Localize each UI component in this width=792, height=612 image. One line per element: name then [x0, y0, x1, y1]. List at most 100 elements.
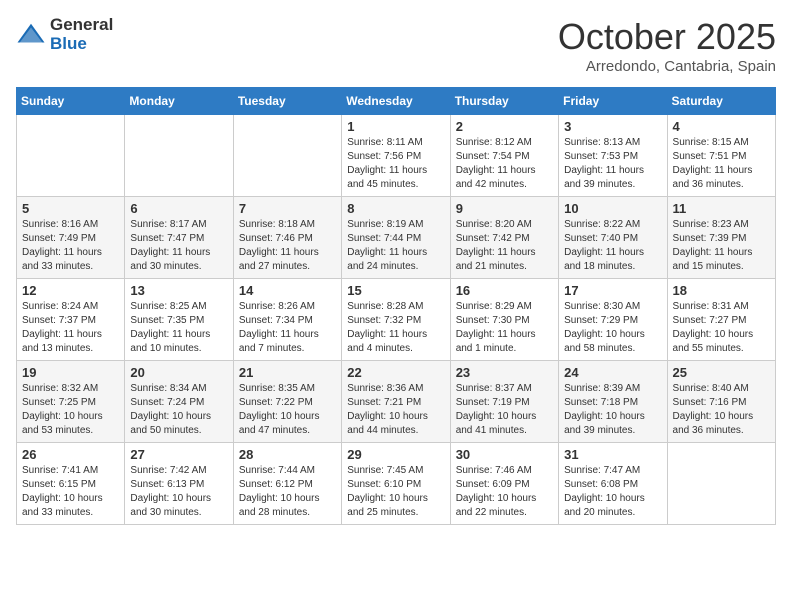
day-number: 15	[347, 283, 444, 298]
day-info: Sunrise: 8:29 AM Sunset: 7:30 PM Dayligh…	[456, 300, 553, 356]
calendar-cell: 7 Sunrise: 8:18 AM Sunset: 7:46 PM Daylig…	[233, 197, 341, 279]
day-info: Sunrise: 8:18 AM Sunset: 7:46 PM Dayligh…	[239, 218, 336, 274]
calendar-cell: 22 Sunrise: 8:36 AM Sunset: 7:21 PM Dayli…	[342, 361, 450, 443]
week-row: 12Sunrise: 8:24 AM Sunset: 7:37 PM Dayli…	[17, 279, 776, 361]
day-number: 19	[22, 365, 119, 380]
day-number: 30	[456, 447, 553, 462]
day-number: 18	[673, 283, 770, 298]
calendar-cell: 18 Sunrise: 8:31 AM Sunset: 7:27 PM Dayli…	[667, 279, 775, 361]
day-info: Sunrise: 8:30 AM Sunset: 7:29 PM Dayligh…	[564, 300, 661, 356]
day-info: Sunrise: 8:36 AM Sunset: 7:21 PM Dayligh…	[347, 382, 444, 438]
day-info: Sunrise: 7:46 AM Sunset: 6:09 PM Dayligh…	[456, 464, 553, 520]
day-info: Sunrise: 8:23 AM Sunset: 7:39 PM Dayligh…	[673, 218, 770, 274]
day-info: Sunrise: 8:26 AM Sunset: 7:34 PM Dayligh…	[239, 300, 336, 356]
logo-text: General Blue	[50, 16, 113, 53]
day-info: Sunrise: 8:31 AM Sunset: 7:27 PM Dayligh…	[673, 300, 770, 356]
day-number: 7	[239, 201, 336, 216]
calendar-cell: 4Sunrise: 8:15 AM Sunset: 7:51 PM Daylig…	[667, 115, 775, 197]
day-number: 31	[564, 447, 661, 462]
logo: General Blue	[16, 16, 113, 53]
calendar-cell: 15Sunrise: 8:28 AM Sunset: 7:32 PM Dayli…	[342, 279, 450, 361]
calendar-cell	[125, 115, 233, 197]
calendar-cell: 8 Sunrise: 8:19 AM Sunset: 7:44 PM Daylig…	[342, 197, 450, 279]
day-info: Sunrise: 8:16 AM Sunset: 7:49 PM Dayligh…	[22, 218, 119, 274]
title-area: October 2025 Arredondo, Cantabria, Spain	[558, 16, 776, 75]
day-number: 2	[456, 119, 553, 134]
day-number: 10	[564, 201, 661, 216]
calendar-cell: 17 Sunrise: 8:30 AM Sunset: 7:29 PM Dayli…	[559, 279, 667, 361]
calendar-cell: 30 Sunrise: 7:46 AM Sunset: 6:09 PM Dayli…	[450, 443, 558, 525]
day-number: 16	[456, 283, 553, 298]
calendar-cell: 11Sunrise: 8:23 AM Sunset: 7:39 PM Dayli…	[667, 197, 775, 279]
day-number: 22	[347, 365, 444, 380]
calendar-table: SundayMondayTuesdayWednesdayThursdayFrid…	[16, 87, 776, 525]
day-info: Sunrise: 8:22 AM Sunset: 7:40 PM Dayligh…	[564, 218, 661, 274]
subtitle: Arredondo, Cantabria, Spain	[558, 58, 776, 75]
calendar-cell: 26Sunrise: 7:41 AM Sunset: 6:15 PM Dayli…	[17, 443, 125, 525]
calendar-cell: 25 Sunrise: 8:40 AM Sunset: 7:16 PM Dayli…	[667, 361, 775, 443]
calendar-cell: 5 Sunrise: 8:16 AM Sunset: 7:49 PM Daylig…	[17, 197, 125, 279]
calendar-cell: 31Sunrise: 7:47 AM Sunset: 6:08 PM Dayli…	[559, 443, 667, 525]
day-number: 4	[673, 119, 770, 134]
logo-blue: Blue	[50, 35, 113, 54]
day-info: Sunrise: 7:45 AM Sunset: 6:10 PM Dayligh…	[347, 464, 444, 520]
week-row: 19 Sunrise: 8:32 AM Sunset: 7:25 PM Dayli…	[17, 361, 776, 443]
day-info: Sunrise: 8:34 AM Sunset: 7:24 PM Dayligh…	[130, 382, 227, 438]
calendar-cell	[233, 115, 341, 197]
day-number: 5	[22, 201, 119, 216]
day-info: Sunrise: 8:39 AM Sunset: 7:18 PM Dayligh…	[564, 382, 661, 438]
day-info: Sunrise: 8:37 AM Sunset: 7:19 PM Dayligh…	[456, 382, 553, 438]
logo-icon	[16, 20, 46, 50]
day-info: Sunrise: 8:25 AM Sunset: 7:35 PM Dayligh…	[130, 300, 227, 356]
day-number: 26	[22, 447, 119, 462]
calendar-cell: 14 Sunrise: 8:26 AM Sunset: 7:34 PM Dayli…	[233, 279, 341, 361]
day-header: Monday	[125, 88, 233, 115]
day-header: Sunday	[17, 88, 125, 115]
day-header: Friday	[559, 88, 667, 115]
calendar-cell: 29 Sunrise: 7:45 AM Sunset: 6:10 PM Dayli…	[342, 443, 450, 525]
calendar-cell: 3Sunrise: 8:13 AM Sunset: 7:53 PM Daylig…	[559, 115, 667, 197]
day-number: 23	[456, 365, 553, 380]
day-number: 14	[239, 283, 336, 298]
day-info: Sunrise: 8:32 AM Sunset: 7:25 PM Dayligh…	[22, 382, 119, 438]
calendar-cell: 27 Sunrise: 7:42 AM Sunset: 6:13 PM Dayli…	[125, 443, 233, 525]
calendar-cell: 13Sunrise: 8:25 AM Sunset: 7:35 PM Dayli…	[125, 279, 233, 361]
day-number: 27	[130, 447, 227, 462]
calendar-cell: 24 Sunrise: 8:39 AM Sunset: 7:18 PM Dayli…	[559, 361, 667, 443]
calendar-cell: 9 Sunrise: 8:20 AM Sunset: 7:42 PM Daylig…	[450, 197, 558, 279]
day-header: Saturday	[667, 88, 775, 115]
day-info: Sunrise: 7:44 AM Sunset: 6:12 PM Dayligh…	[239, 464, 336, 520]
day-number: 9	[456, 201, 553, 216]
week-row: 1Sunrise: 8:11 AM Sunset: 7:56 PM Daylig…	[17, 115, 776, 197]
day-info: Sunrise: 8:40 AM Sunset: 7:16 PM Dayligh…	[673, 382, 770, 438]
day-header: Wednesday	[342, 88, 450, 115]
day-number: 12	[22, 283, 119, 298]
day-info: Sunrise: 8:11 AM Sunset: 7:56 PM Dayligh…	[347, 136, 444, 192]
calendar-cell: 23 Sunrise: 8:37 AM Sunset: 7:19 PM Dayli…	[450, 361, 558, 443]
day-info: Sunrise: 8:17 AM Sunset: 7:47 PM Dayligh…	[130, 218, 227, 274]
calendar-cell: 28Sunrise: 7:44 AM Sunset: 6:12 PM Dayli…	[233, 443, 341, 525]
logo-general: General	[50, 16, 113, 35]
day-number: 3	[564, 119, 661, 134]
calendar-cell: 21 Sunrise: 8:35 AM Sunset: 7:22 PM Dayli…	[233, 361, 341, 443]
header-row: SundayMondayTuesdayWednesdayThursdayFrid…	[17, 88, 776, 115]
day-info: Sunrise: 8:19 AM Sunset: 7:44 PM Dayligh…	[347, 218, 444, 274]
day-number: 29	[347, 447, 444, 462]
day-number: 20	[130, 365, 227, 380]
calendar-cell: 12Sunrise: 8:24 AM Sunset: 7:37 PM Dayli…	[17, 279, 125, 361]
day-number: 24	[564, 365, 661, 380]
day-info: Sunrise: 7:42 AM Sunset: 6:13 PM Dayligh…	[130, 464, 227, 520]
day-info: Sunrise: 8:20 AM Sunset: 7:42 PM Dayligh…	[456, 218, 553, 274]
day-number: 25	[673, 365, 770, 380]
day-number: 6	[130, 201, 227, 216]
calendar-cell: 2 Sunrise: 8:12 AM Sunset: 7:54 PM Daylig…	[450, 115, 558, 197]
day-number: 17	[564, 283, 661, 298]
day-info: Sunrise: 8:35 AM Sunset: 7:22 PM Dayligh…	[239, 382, 336, 438]
day-number: 21	[239, 365, 336, 380]
day-header: Tuesday	[233, 88, 341, 115]
day-info: Sunrise: 8:12 AM Sunset: 7:54 PM Dayligh…	[456, 136, 553, 192]
calendar-cell	[667, 443, 775, 525]
day-number: 8	[347, 201, 444, 216]
calendar-cell	[17, 115, 125, 197]
header: General Blue October 2025 Arredondo, Can…	[16, 16, 776, 75]
